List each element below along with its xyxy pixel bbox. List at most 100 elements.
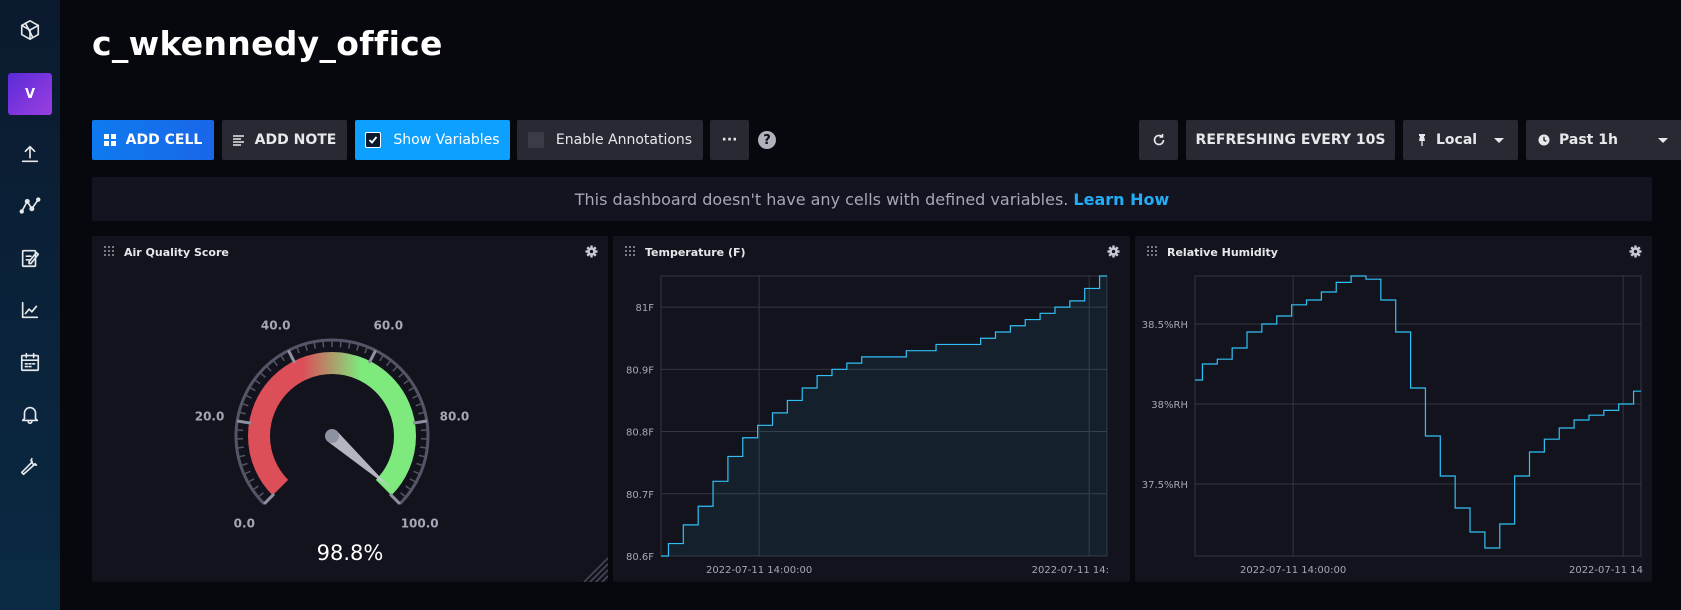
refresh-interval-label: REFRESHING EVERY 10S — [1195, 132, 1386, 148]
y-tick-label: 37.5%RH — [1142, 480, 1188, 491]
clock-icon — [1538, 134, 1550, 146]
sidebar: V — [0, 0, 60, 610]
y-tick-label: 38.5%RH — [1142, 320, 1188, 331]
y-tick-label: 80.7F — [626, 490, 654, 501]
gauge-minor-tick — [409, 478, 417, 483]
gauge-value: 98.8% — [316, 541, 384, 565]
x-tick-label: 2022-07-11 14:00:00 — [706, 565, 812, 576]
gauge-minor-tick — [322, 340, 325, 348]
gauge-minor-tick — [259, 371, 266, 378]
calendar-icon[interactable] — [16, 348, 44, 376]
x-tick-label: 2022-07-11 14 — [1569, 565, 1643, 576]
y-tick-label: 38%RH — [1151, 400, 1188, 411]
refresh-icon — [1152, 133, 1166, 147]
text-lines-icon — [232, 134, 245, 146]
gauge-minor-tick — [247, 478, 255, 483]
more-options-button[interactable]: ··· — [710, 120, 749, 160]
gauge-minor-tick — [385, 359, 392, 367]
ellipsis-icon: ··· — [721, 132, 738, 148]
gauge-minor-tick — [398, 371, 405, 378]
gauge-minor-tick — [240, 462, 248, 467]
enable-annotations-toggle[interactable]: Enable Annotations — [517, 120, 703, 160]
enable-annotations-label: Enable Annotations — [555, 132, 693, 148]
gauge-tick-label: 0.0 — [234, 517, 255, 531]
gauge-minor-tick — [252, 485, 259, 491]
gauge-minor-tick — [416, 462, 424, 467]
notebook-edit-icon[interactable] — [16, 244, 44, 272]
gauge-minor-tick — [248, 386, 256, 392]
gauge-major-tick — [388, 492, 401, 505]
air-quality-gauge: 0.0 20.0 40.0 60.0 80.0 100.0 — [195, 319, 470, 531]
x-tick-label: 2022-07-11 14:00:00 — [1240, 565, 1346, 576]
humidity-chart[interactable]: 37.5%RH 38%RH 38.5%RH 2022-07-11 14:00:00 20… — [1135, 236, 1652, 582]
auto-refresh-dropdown[interactable]: REFRESHING EVERY 10S — [1186, 120, 1395, 160]
add-note-label: ADD NOTE — [254, 132, 337, 148]
gauge-minor-tick — [392, 365, 399, 372]
checkbox-checked-icon — [365, 132, 382, 148]
gauge-major-tick — [236, 419, 252, 425]
x-tick-label: 2022-07-11 14: — [1032, 565, 1109, 576]
avatar[interactable]: V — [8, 73, 52, 115]
gauge-minor-tick — [257, 492, 264, 498]
grid-icon — [103, 134, 116, 146]
bell-icon[interactable] — [16, 400, 44, 428]
gauge-tick-label: 40.0 — [261, 319, 291, 333]
help-icon[interactable]: ? — [758, 131, 776, 149]
y-tick-label: 80.9F — [626, 365, 654, 376]
graph-nodes-icon[interactable] — [16, 192, 44, 220]
show-variables-toggle[interactable]: Show Variables — [355, 120, 510, 160]
wrench-icon[interactable] — [16, 452, 44, 480]
gauge-minor-tick — [405, 485, 412, 491]
gauge-minor-tick — [339, 340, 342, 348]
gauge-minor-tick — [408, 386, 416, 392]
timezone-label: Local — [1436, 132, 1478, 148]
banner-text: This dashboard doesn't have any cells wi… — [574, 189, 1069, 209]
gauge-minor-tick — [265, 365, 272, 372]
plot-frame — [1194, 275, 1642, 557]
gauge-tick-label: 100.0 — [401, 517, 439, 531]
temperature-cell: Temperature (F) 80.6F 80.7F 80.8F 80.9F 81F 2… — [613, 236, 1130, 582]
gauge-arc — [248, 352, 416, 496]
gauge-minor-tick — [253, 378, 261, 385]
gauge-minor-tick — [236, 446, 244, 449]
upload-icon[interactable] — [16, 140, 44, 168]
timezone-dropdown[interactable]: Local — [1403, 120, 1518, 160]
y-tick-label: 81F — [636, 303, 655, 314]
y-tick-label: 80.6F — [626, 552, 654, 563]
checkbox-unchecked-icon — [527, 132, 544, 148]
gauge-major-tick — [367, 349, 377, 364]
line-chart-icon[interactable] — [16, 296, 44, 324]
page-title: c_wkennedy_office — [92, 24, 443, 63]
temperature-chart[interactable]: 80.6F 80.7F 80.8F 80.9F 81F 2022-07-11 14:00:… — [613, 236, 1130, 582]
gauge-tick-label: 20.0 — [195, 410, 225, 424]
add-note-button[interactable]: ADD NOTE — [222, 120, 347, 160]
time-range-label: Past 1h — [1559, 132, 1618, 148]
gauge-minor-tick — [400, 492, 407, 498]
gauge-major-tick — [287, 349, 297, 364]
gauge-minor-tick — [379, 354, 385, 362]
chevron-down-icon — [1658, 138, 1668, 143]
gauge-minor-tick — [272, 359, 279, 367]
series-line — [1195, 275, 1641, 549]
learn-how-link[interactable]: Learn How — [1073, 190, 1169, 209]
toolbar: ADD CELL ADD NOTE Show Variables Enable … — [92, 120, 1681, 160]
refresh-button[interactable] — [1139, 120, 1178, 160]
gauge-needle-hub — [325, 429, 339, 443]
main-area: c_wkennedy_office ADD CELL ADD NOTE Show… — [60, 0, 1681, 610]
pin-icon — [1417, 134, 1427, 146]
show-variables-label: Show Variables — [393, 132, 500, 148]
add-cell-button[interactable]: ADD CELL — [92, 120, 214, 160]
resize-handle-icon[interactable] — [580, 554, 608, 582]
chevron-down-icon — [1494, 138, 1504, 143]
gauge-minor-tick — [403, 378, 411, 385]
humidity-cell: Relative Humidity 37.5%RH 38%RH 38.5%RH 202… — [1135, 236, 1652, 582]
influx-logo-icon[interactable] — [16, 16, 44, 44]
gauge-minor-tick — [420, 446, 428, 449]
gauge-major-tick — [412, 419, 428, 425]
air-quality-cell: Air Quality Score 0.0 20.0 40.0 60.0 80.0 100… — [92, 236, 608, 582]
add-cell-label: ADD CELL — [125, 132, 203, 148]
gauge-minor-tick — [279, 354, 285, 362]
time-range-dropdown[interactable]: Past 1h — [1526, 120, 1681, 160]
gauge-tick-label: 60.0 — [373, 319, 403, 333]
gauge-major-tick — [263, 492, 276, 505]
